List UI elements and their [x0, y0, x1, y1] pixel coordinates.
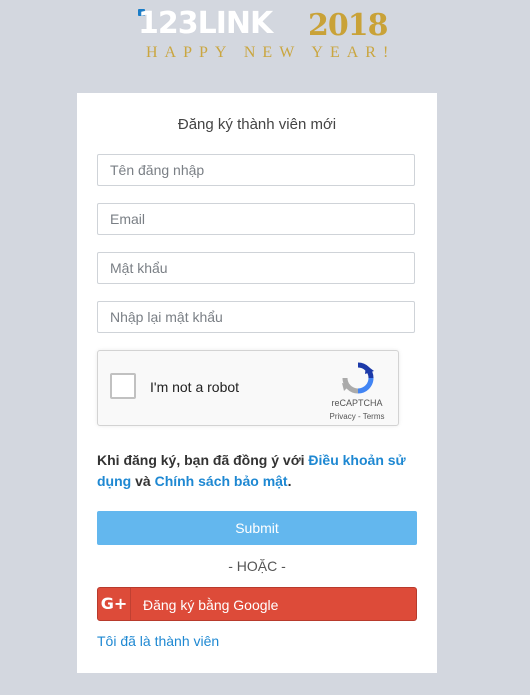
- recaptcha-label: I'm not a robot: [150, 379, 240, 395]
- existing-member-link[interactable]: Tôi đã là thành viên: [97, 633, 219, 649]
- confirm-password-input[interactable]: [97, 301, 415, 333]
- google-signup-button[interactable]: G+ Đăng ký bằng Google: [97, 587, 417, 621]
- google-signup-label: Đăng ký bằng Google: [143, 597, 279, 613]
- recaptcha-logo-icon: [342, 362, 374, 394]
- recaptcha-separator: -: [355, 412, 363, 421]
- submit-button[interactable]: Submit: [97, 511, 417, 545]
- terms-suffix: .: [287, 473, 292, 489]
- recaptcha-links: Privacy - Terms: [318, 412, 396, 421]
- google-plus-icon: G+: [98, 588, 131, 620]
- logo-brand: 123LINK: [138, 6, 273, 41]
- recaptcha-checkbox[interactable]: [110, 373, 136, 399]
- form-title: Đăng ký thành viên mới: [177, 116, 337, 133]
- username-input[interactable]: [97, 154, 415, 186]
- register-card: Đăng ký thành viên mới I'm not a robot r…: [77, 93, 437, 673]
- email-input[interactable]: [97, 203, 415, 235]
- logo-tagline: HAPPY NEW YEAR!: [146, 44, 396, 61]
- terms-middle: và: [131, 473, 155, 489]
- or-divider: - HOẶC -: [228, 558, 286, 574]
- site-logo[interactable]: 123LINK 2018 HAPPY NEW YEAR!: [0, 0, 530, 80]
- recaptcha-widget: I'm not a robot reCAPTCHA Privacy - Term…: [97, 350, 399, 426]
- recaptcha-terms-link[interactable]: Terms: [363, 412, 385, 421]
- logo-year: 2018: [308, 8, 388, 43]
- recaptcha-brand: reCAPTCHA: [331, 398, 383, 408]
- privacy-link[interactable]: Chính sách bảo mật: [155, 473, 288, 489]
- terms-notice: Khi đăng ký, bạn đã đồng ý với Điều khoả…: [97, 450, 417, 492]
- password-input[interactable]: [97, 252, 415, 284]
- recaptcha-privacy-link[interactable]: Privacy: [330, 412, 356, 421]
- terms-prefix: Khi đăng ký, bạn đã đồng ý với: [97, 452, 309, 468]
